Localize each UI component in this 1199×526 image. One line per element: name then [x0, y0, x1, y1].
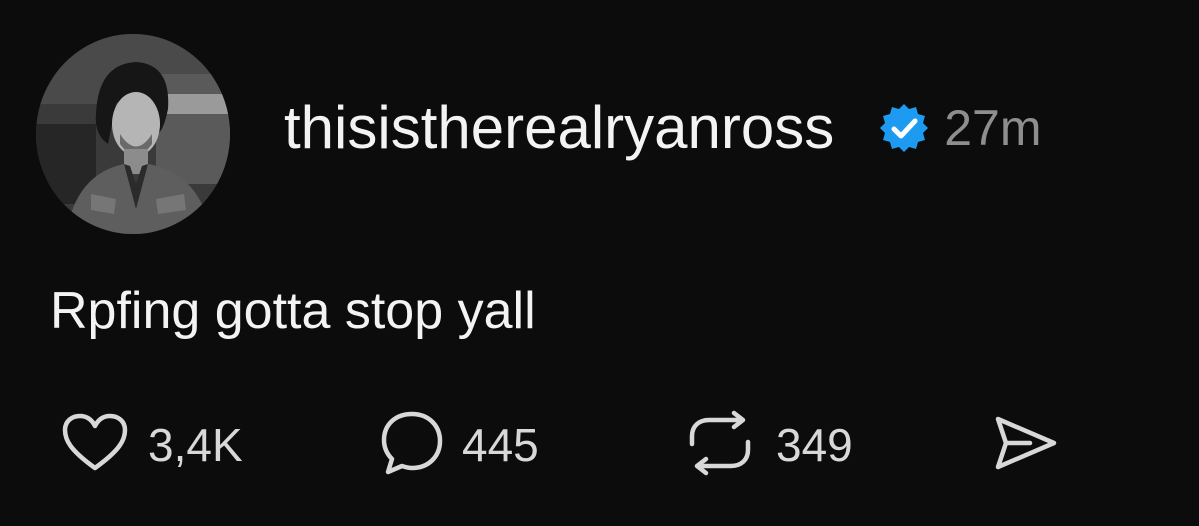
post-header: thisistherealryanross 27m	[284, 88, 1042, 168]
speech-bubble-icon	[380, 410, 444, 481]
verified-badge-icon	[878, 102, 930, 154]
like-button[interactable]: 3,4K	[60, 410, 243, 480]
reply-count: 445	[462, 419, 539, 471]
send-icon	[990, 413, 1060, 478]
reply-button[interactable]: 445	[380, 410, 539, 480]
share-button[interactable]	[990, 410, 1060, 480]
action-bar: 3,4K 445 349	[60, 410, 1120, 480]
repost-count: 349	[776, 419, 853, 471]
profile-photo	[36, 34, 230, 234]
post-card: thisistherealryanross 27m Rpfing gotta s…	[0, 0, 1199, 526]
heart-icon	[60, 412, 130, 479]
avatar[interactable]	[36, 34, 230, 234]
like-count: 3,4K	[148, 419, 243, 471]
repost-icon	[682, 410, 758, 481]
post-timestamp: 27m	[944, 100, 1042, 156]
post-body-text: Rpfing gotta stop yall	[50, 282, 536, 340]
username[interactable]: thisistherealryanross	[284, 98, 834, 158]
repost-button[interactable]: 349	[682, 410, 853, 480]
